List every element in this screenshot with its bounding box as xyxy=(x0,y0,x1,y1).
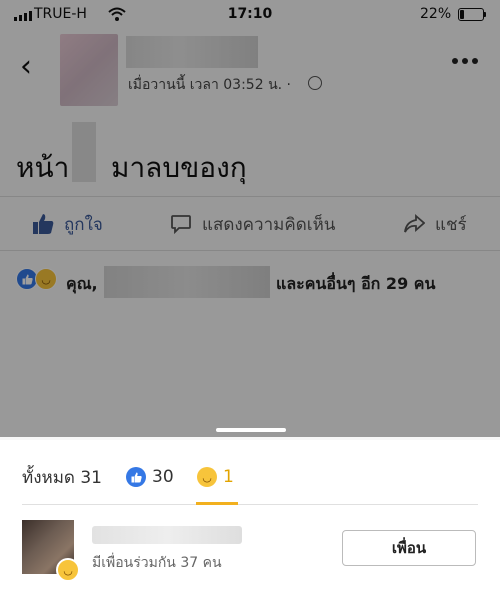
tab-divider xyxy=(22,504,478,505)
mutual-friends: มีเพื่อนร่วมกัน 37 คน xyxy=(92,555,222,571)
haha-icon: ◡ xyxy=(197,467,217,487)
active-tab-indicator xyxy=(196,502,238,505)
haha-icon: ◡ xyxy=(56,558,80,582)
tab-all[interactable]: ทั้งหมด 31 xyxy=(22,466,102,488)
friend-button[interactable]: เพื่อน xyxy=(342,530,476,566)
like-icon xyxy=(126,467,146,487)
sheet-handle[interactable] xyxy=(216,428,286,432)
tab-haha-count: 1 xyxy=(223,467,234,487)
tab-like[interactable]: 30 xyxy=(126,466,174,488)
tab-all-label: ทั้งหมด 31 xyxy=(22,467,102,488)
user-name-redacted[interactable] xyxy=(92,526,242,544)
tab-haha[interactable]: ◡ 1 xyxy=(197,466,234,488)
tab-like-count: 30 xyxy=(152,467,174,487)
modal-backdrop[interactable] xyxy=(0,0,500,437)
